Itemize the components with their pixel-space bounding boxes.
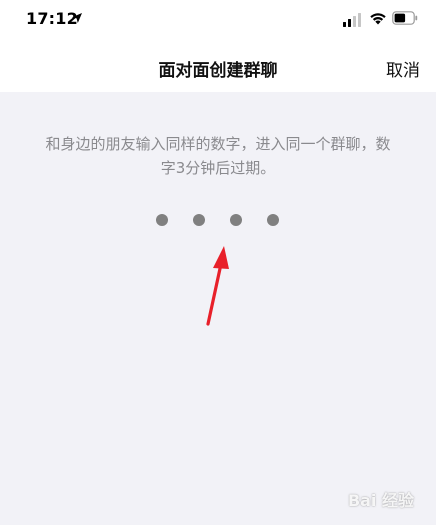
code-entry-dots[interactable]	[0, 211, 436, 229]
code-dot-3	[230, 214, 242, 226]
cancel-button[interactable]: 取消	[386, 56, 420, 81]
signal-icon	[343, 13, 361, 27]
main-content: 和身边的朋友输入同样的数字，进入同一个群聊，数字3分钟后过期。 Bai 经验	[0, 92, 436, 525]
instructions-text: 和身边的朋友输入同样的数字，进入同一个群聊，数字3分钟后过期。	[45, 135, 391, 177]
status-bar: 17:12	[0, 0, 436, 40]
page-title: 面对面创建群聊	[158, 61, 278, 81]
red-arrow-annotation	[206, 246, 229, 326]
wifi-icon	[370, 13, 386, 25]
location-arrow-icon	[72, 13, 82, 23]
baidu-watermark: Bai 经验	[347, 491, 414, 510]
code-dot-1	[156, 214, 168, 226]
code-dot-4	[267, 214, 279, 226]
battery-icon	[392, 11, 418, 25]
code-dot-2	[193, 214, 205, 226]
navigation-bar: 面对面创建群聊 取消	[0, 40, 436, 92]
